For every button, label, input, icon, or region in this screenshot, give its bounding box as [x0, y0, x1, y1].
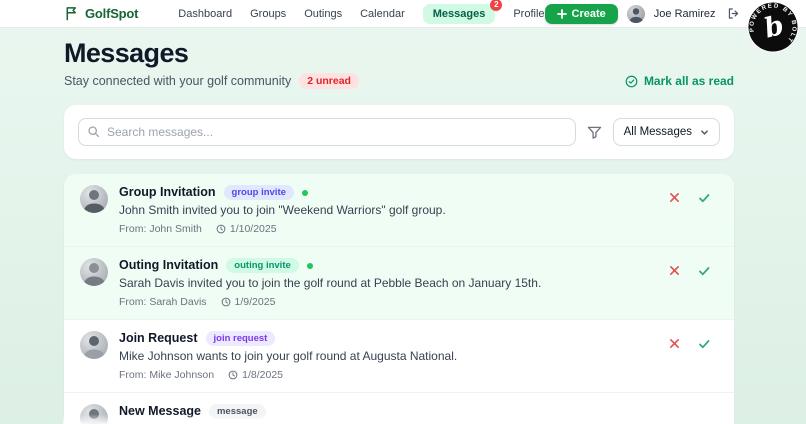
message-content: Join Request join request Mike Johnson w… — [119, 331, 656, 381]
top-navbar: GolfSpot Dashboard Groups Outings Calend… — [0, 0, 806, 28]
search-input[interactable] — [78, 118, 576, 146]
check-icon — [698, 192, 710, 204]
message-title: Group Invitation — [119, 185, 216, 200]
message-actions — [667, 258, 718, 308]
nav-item-calendar[interactable]: Calendar — [360, 8, 405, 20]
message-filter-select[interactable]: All Messages — [613, 118, 720, 146]
unread-count-badge: 2 unread — [299, 73, 359, 89]
user-avatar[interactable] — [627, 5, 645, 23]
decline-button[interactable] — [667, 336, 682, 351]
clock-icon — [221, 297, 231, 307]
x-icon — [669, 265, 680, 276]
check-circle-icon — [625, 75, 638, 88]
create-button-label: Create — [572, 8, 606, 20]
message-meta: From: John Smith 1/10/2025 — [119, 223, 656, 235]
primary-nav: Dashboard Groups Outings Calendar Messag… — [138, 4, 544, 24]
messages-list: Group Invitation group invite John Smith… — [64, 174, 734, 424]
page-subtitle: Stay connected with your golf community — [64, 74, 291, 88]
x-icon — [669, 192, 680, 203]
message-date: 1/9/2025 — [235, 296, 276, 308]
message-type-badge: outing invite — [226, 258, 298, 273]
message-row[interactable]: Group Invitation group invite John Smith… — [64, 174, 734, 247]
messages-count-badge: 2 — [490, 0, 502, 11]
message-title: Join Request — [119, 331, 198, 346]
message-text: Sarah Davis invited you to join the golf… — [119, 276, 656, 291]
message-text: John Smith invited you to join "Weekend … — [119, 203, 656, 218]
message-title: New Message — [119, 404, 201, 419]
chevron-down-icon — [700, 128, 709, 137]
clock-icon — [216, 224, 226, 234]
message-type-badge: group invite — [224, 185, 294, 200]
sender-avatar — [80, 331, 108, 359]
nav-item-profile[interactable]: Profile — [513, 8, 544, 20]
search-toolbar: All Messages — [64, 105, 734, 159]
clock-icon — [228, 370, 238, 380]
message-content: Outing Invitation outing invite Sarah Da… — [119, 258, 656, 308]
message-text: Mike Johnson wants to join your golf rou… — [119, 349, 656, 364]
message-from: From: John Smith — [119, 223, 202, 235]
nav-item-messages-label: Messages — [433, 8, 486, 20]
message-content: Group Invitation group invite John Smith… — [119, 185, 656, 235]
nav-item-messages[interactable]: Messages 2 — [423, 4, 496, 24]
mark-all-read-label: Mark all as read — [644, 74, 734, 88]
decline-button[interactable] — [667, 263, 682, 278]
sender-avatar — [80, 404, 108, 424]
x-icon — [669, 338, 680, 349]
brand-name: GolfSpot — [85, 6, 138, 21]
mark-all-read-button[interactable]: Mark all as read — [625, 74, 734, 89]
search-icon — [87, 125, 100, 143]
message-meta: From: Sarah Davis 1/9/2025 — [119, 296, 656, 308]
filter-funnel-icon — [587, 125, 602, 140]
page-title: Messages — [64, 38, 359, 69]
logout-button[interactable] — [725, 5, 742, 22]
message-actions — [667, 185, 718, 235]
message-type-badge: message — [209, 404, 266, 419]
message-content: New Message message Hey! Looking forward… — [119, 404, 718, 424]
message-actions — [667, 331, 718, 381]
decline-button[interactable] — [667, 190, 682, 205]
check-icon — [698, 265, 710, 277]
message-date: 1/10/2025 — [230, 223, 277, 235]
accept-button[interactable] — [696, 263, 712, 279]
unread-dot — [307, 263, 313, 269]
messages-page: Messages Stay connected with your golf c… — [0, 28, 806, 424]
golf-flag-icon — [64, 6, 79, 21]
nav-item-dashboard[interactable]: Dashboard — [178, 8, 232, 20]
accept-button[interactable] — [696, 336, 712, 352]
search-box — [78, 118, 576, 146]
page-header: Messages Stay connected with your golf c… — [64, 38, 734, 89]
nav-item-outings[interactable]: Outings — [304, 8, 342, 20]
create-button[interactable]: Create — [545, 4, 618, 24]
message-row[interactable]: Join Request join request Mike Johnson w… — [64, 320, 734, 393]
nav-right-group: Create Joe Ramirez — [545, 4, 742, 24]
message-from: From: Mike Johnson — [119, 369, 214, 381]
logout-icon — [727, 7, 740, 20]
message-row[interactable]: New Message message Hey! Looking forward… — [64, 393, 734, 424]
message-date: 1/8/2025 — [242, 369, 283, 381]
plus-icon — [557, 9, 567, 19]
sender-avatar — [80, 185, 108, 213]
accept-button[interactable] — [696, 190, 712, 206]
check-icon — [698, 338, 710, 350]
user-name: Joe Ramirez — [654, 8, 716, 20]
message-title: Outing Invitation — [119, 258, 218, 273]
nav-item-groups[interactable]: Groups — [250, 8, 286, 20]
sender-avatar — [80, 258, 108, 286]
unread-dot — [302, 190, 308, 196]
message-meta: From: Mike Johnson 1/8/2025 — [119, 369, 656, 381]
message-type-badge: join request — [206, 331, 276, 346]
message-row[interactable]: Outing Invitation outing invite Sarah Da… — [64, 247, 734, 320]
message-filter-value: All Messages — [624, 126, 692, 138]
message-from: From: Sarah Davis — [119, 296, 207, 308]
brand-logo[interactable]: GolfSpot — [64, 6, 138, 21]
